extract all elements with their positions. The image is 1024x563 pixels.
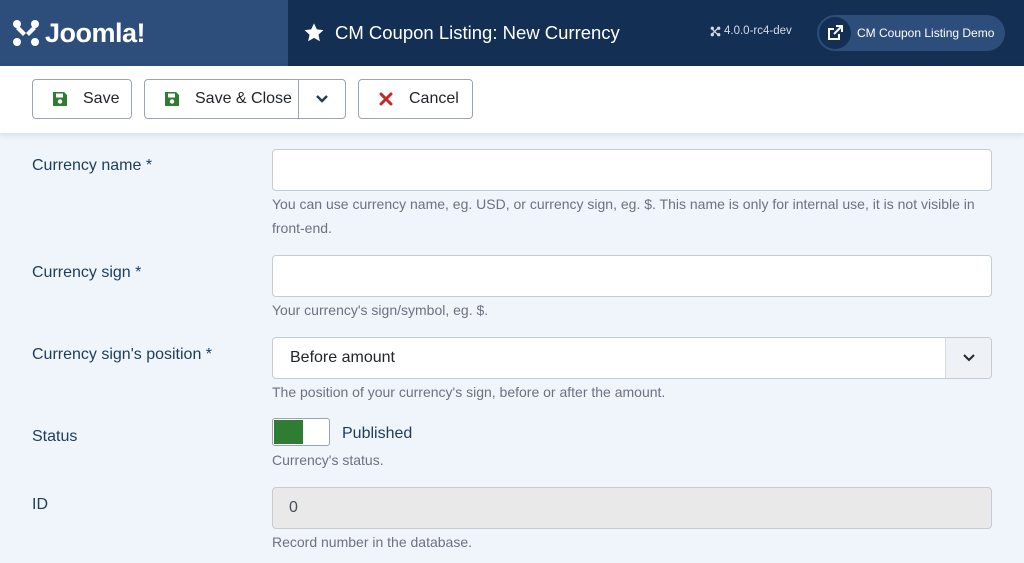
floppy-disk-icon [53, 92, 67, 106]
chevron-down-icon [945, 338, 991, 378]
id-field: 0 [272, 487, 992, 529]
page-title-area: CM Coupon Listing: New Currency [303, 22, 620, 44]
header-bar: Joomla! CM Coupon Listing: New Currency … [0, 0, 1024, 66]
currency-name-help: You can use currency name, eg. USD, or c… [272, 196, 975, 236]
save-close-split-button: Save & Close [144, 79, 346, 119]
status-help: Currency's status. [272, 452, 384, 468]
currency-name-label: Currency name * [32, 157, 153, 174]
star-icon [304, 23, 324, 42]
chevron-down-icon [316, 95, 328, 103]
save-close-button[interactable]: Save & Close [195, 90, 292, 108]
page-title: CM Coupon Listing: New Currency [335, 22, 620, 43]
id-label: ID [32, 496, 48, 513]
floppy-disk-icon [165, 92, 179, 106]
currency-sign-input[interactable] [272, 255, 992, 297]
cancel-button-label: Cancel [409, 90, 459, 107]
currency-name-input[interactable] [272, 149, 992, 191]
save-button-label: Save [83, 90, 120, 107]
version-info: 4.0.0-rc4-dev [710, 25, 792, 37]
currency-position-help: The position of your currency's sign, be… [272, 384, 666, 400]
cancel-button[interactable]: Cancel [358, 79, 473, 119]
status-toggle-indicator [274, 420, 303, 444]
currency-sign-help: Your currency's sign/symbol, eg. $. [272, 302, 489, 318]
currency-position-value: Before amount [290, 349, 395, 366]
site-link-button[interactable]: CM Coupon Listing Demo [817, 15, 1005, 51]
status-toggle[interactable] [272, 418, 330, 446]
site-link-label: CM Coupon Listing Demo [857, 26, 995, 40]
save-options-dropdown-toggle[interactable] [299, 80, 345, 118]
external-link-icon [819, 17, 851, 49]
currency-position-label: Currency sign's position * [32, 346, 213, 363]
toolbar: Save Save & Close Cancel [0, 66, 1024, 133]
close-icon [379, 92, 393, 106]
version-text: 4.0.0-rc4-dev [724, 25, 792, 37]
joomla-logo-text: Joomla! [45, 17, 146, 48]
currency-position-select[interactable]: Before amount [272, 337, 992, 379]
joomla-logo-icon [13, 20, 39, 46]
status-state-label: Published [342, 425, 413, 442]
status-label: Status [32, 428, 78, 445]
currency-form: Currency name * You can use currency nam… [0, 133, 1024, 563]
save-button[interactable]: Save [32, 79, 132, 119]
currency-sign-label: Currency sign * [32, 264, 142, 281]
joomla-logo[interactable]: Joomla! [0, 0, 288, 66]
joomla-small-icon [710, 26, 721, 36]
id-help: Record number in the database. [272, 534, 473, 550]
